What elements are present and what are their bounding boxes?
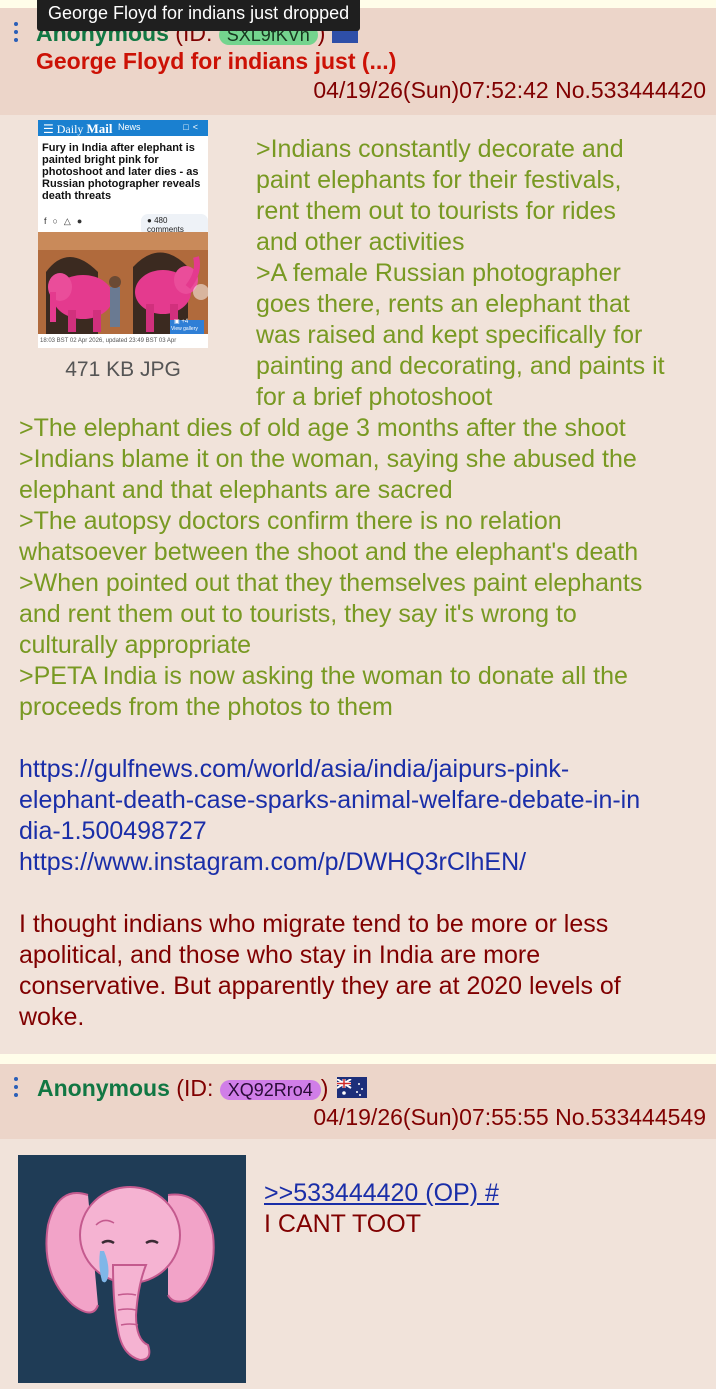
post-menu-icon[interactable] bbox=[12, 22, 20, 46]
greentext-line: >Indians blame it on the woman, saying s… bbox=[19, 445, 637, 473]
greentext-line: >A female Russian photographer bbox=[256, 259, 621, 287]
thumbnail-section: News bbox=[118, 122, 141, 132]
greentext-line: >When pointed out that they themselves p… bbox=[19, 569, 643, 597]
thumbnail-caption: 18:03 BST 02 Apr 2026, updated 23:49 BST… bbox=[40, 338, 177, 344]
body-line: apolitical, and those who stay in India … bbox=[19, 941, 541, 969]
gulfnews-link[interactable]: https://gulfnews.com/world/asia/india/ja… bbox=[19, 754, 709, 785]
greentext-line: for a brief photoshoot bbox=[256, 383, 493, 411]
greentext-line: proceeds from the photos to them bbox=[19, 693, 393, 721]
op-image-thumbnail[interactable]: ☰ Daily Mail News □< Fury in India after… bbox=[38, 120, 208, 348]
greentext-line: culturally appropriate bbox=[19, 631, 252, 659]
reply-id-prefix: (ID: bbox=[176, 1075, 220, 1101]
op-date-number: 04/19/26(Sun)07:52:42 No.533444420 bbox=[313, 77, 706, 104]
op-date: 04/19/26(Sun)07:52:42 bbox=[313, 77, 549, 103]
reply-text: I CANT TOOT bbox=[264, 1210, 421, 1238]
op-body: >The elephant dies of old age 3 months a… bbox=[19, 413, 709, 1033]
thumbnail-gallery-label: View gallery bbox=[171, 326, 198, 332]
instagram-link[interactable]: https://www.instagram.com/p/DWHQ3rClhEN/ bbox=[19, 847, 709, 878]
greentext-line: rent them out to tourists for rides bbox=[256, 197, 616, 225]
thumbnail-gallery-count: ▣ +4 bbox=[174, 319, 189, 325]
australia-flag-icon bbox=[336, 1077, 367, 1098]
body-line: conservative. But apparently they are at… bbox=[19, 972, 621, 1000]
reply-date: 04/19/26(Sun)07:55:55 bbox=[313, 1104, 549, 1130]
greentext-line: and rent them out to tourists, they say … bbox=[19, 600, 577, 628]
reply-poster-id[interactable]: XQ92Rro4 bbox=[219, 1080, 321, 1100]
gulfnews-link[interactable]: dia-1.500498727 bbox=[19, 816, 709, 847]
op-greentext-right: >Indians constantly decorate and paint e… bbox=[256, 134, 696, 413]
reply-name-row: Anonymous (ID: XQ92Rro4) bbox=[37, 1075, 367, 1102]
greentext-line: elephant and that elephants are sacred bbox=[19, 476, 453, 504]
reply-date-number: 04/19/26(Sun)07:55:55 No.533444549 bbox=[313, 1104, 706, 1131]
post-menu-icon[interactable] bbox=[12, 1077, 20, 1101]
op-post: Anonymous (ID: SXL9fKVn) George Floyd fo… bbox=[0, 8, 716, 1054]
op-file-info[interactable]: 471 KB JPG bbox=[38, 358, 208, 382]
op-post-number[interactable]: No.533444420 bbox=[555, 77, 706, 103]
thumbnail-site-bar: ☰ Daily Mail News □< bbox=[38, 120, 208, 136]
reply-poster-name: Anonymous bbox=[37, 1075, 170, 1101]
body-line: I thought indians who migrate tend to be… bbox=[19, 910, 609, 938]
reply-image-thumbnail[interactable] bbox=[18, 1155, 246, 1383]
thumbnail-social-icons: f○△● bbox=[44, 216, 89, 226]
reply-quote-link[interactable]: >>533444420 (OP) # bbox=[264, 1179, 499, 1208]
greentext-line: whatsoever between the shoot and the ele… bbox=[19, 538, 639, 566]
greentext-line: >The autopsy doctors confirm there is no… bbox=[19, 507, 562, 535]
op-subject: George Floyd for indians just (...) bbox=[36, 48, 397, 74]
greentext-line: paint elephants for their festivals, bbox=[256, 166, 622, 194]
subject-tooltip: George Floyd for indians just dropped bbox=[37, 0, 361, 31]
thumbnail-headline: Fury in India after elephant is painted … bbox=[42, 142, 201, 202]
reply-post-header: Anonymous (ID: XQ92Rro4) 04/19/26(Sun)07… bbox=[0, 1064, 716, 1139]
reply-id-suffix: ) bbox=[320, 1075, 329, 1101]
greentext-line: goes there, rents an elephant that bbox=[256, 290, 630, 318]
crying-pink-elephant-image bbox=[18, 1155, 246, 1383]
greentext-line: and other activities bbox=[256, 228, 465, 256]
gulfnews-link[interactable]: elephant-death-case-sparks-animal-welfar… bbox=[19, 785, 709, 816]
greentext-line: >PETA India is now asking the woman to d… bbox=[19, 662, 628, 690]
greentext-line: was raised and kept specifically for bbox=[256, 321, 643, 349]
greentext-line: >The elephant dies of old age 3 months a… bbox=[19, 414, 626, 442]
greentext-line: >Indians constantly decorate and bbox=[256, 135, 624, 163]
greentext-line: painting and decorating, and paints it bbox=[256, 352, 665, 380]
reply-post-number[interactable]: No.533444549 bbox=[555, 1104, 706, 1130]
reply-post: Anonymous (ID: XQ92Rro4) 04/19/26(Sun)07… bbox=[0, 1064, 716, 1389]
body-line: woke. bbox=[19, 1003, 85, 1031]
thumbnail-brand: ☰ Daily Mail bbox=[43, 121, 113, 136]
thumbnail-share-icon: □< bbox=[183, 122, 202, 132]
